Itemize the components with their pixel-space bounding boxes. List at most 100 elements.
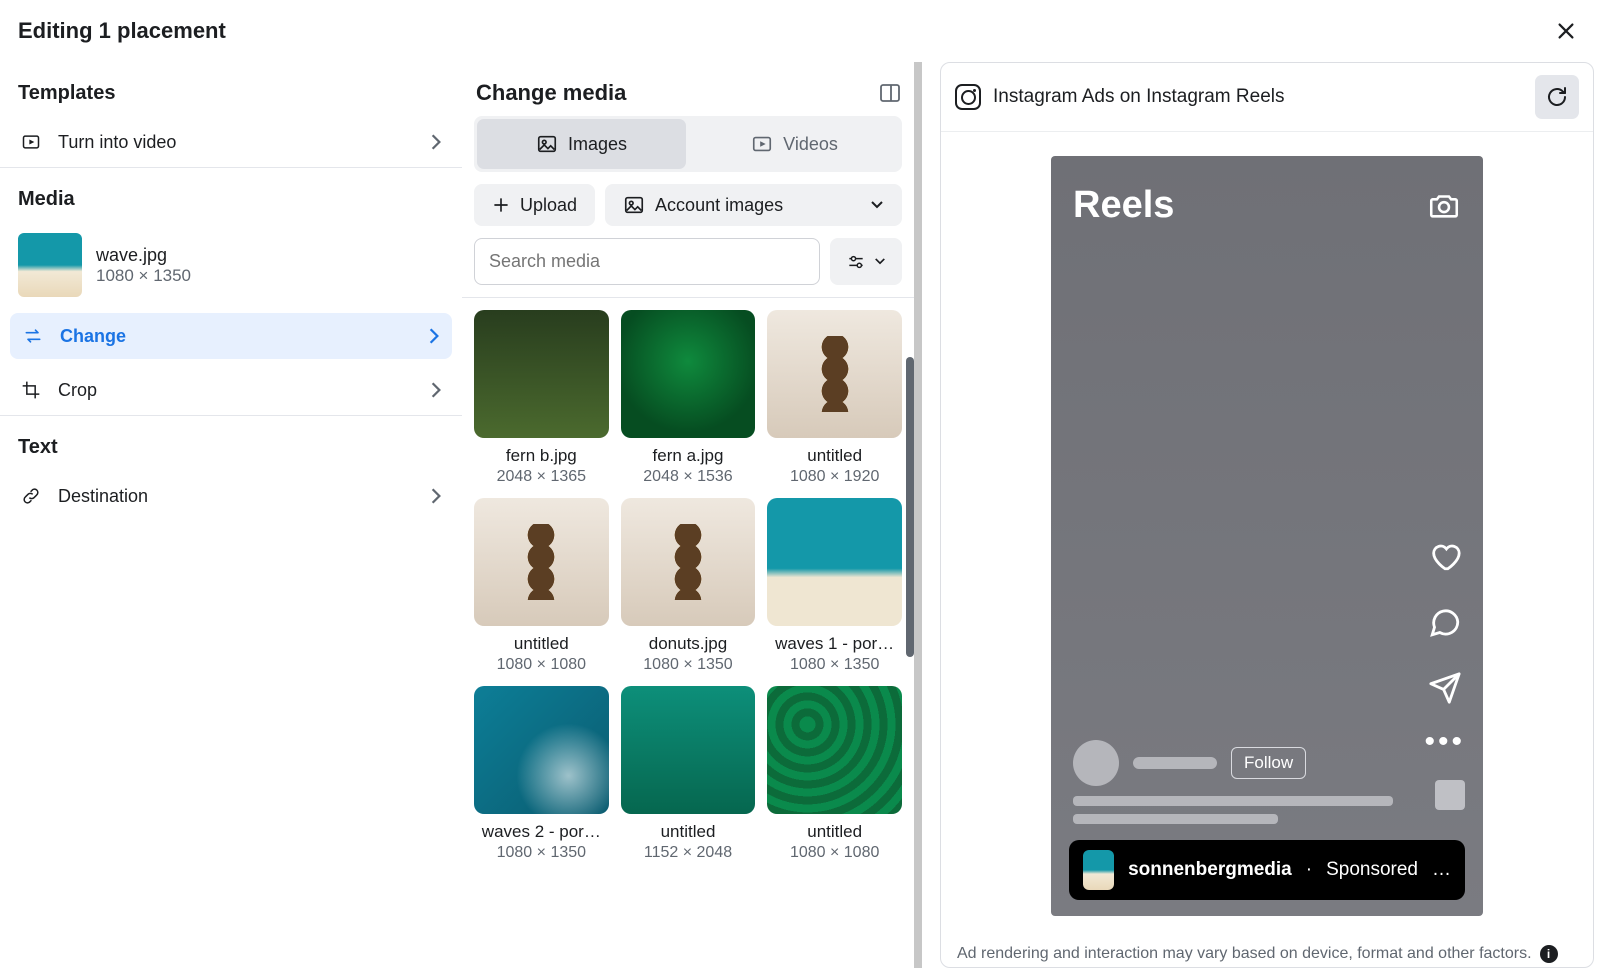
sponsored-banner: sonnenbergmedia · Sponsored … (1069, 840, 1465, 900)
media-card-thumb (621, 686, 756, 814)
chevron-right-icon (430, 487, 442, 505)
media-card-dims: 1080 × 1080 (767, 844, 902, 862)
info-icon[interactable]: i (1540, 945, 1558, 963)
media-card-thumb (767, 498, 902, 626)
image-icon (623, 194, 645, 216)
dot-separator: · (1306, 859, 1312, 881)
media-card-thumb (767, 310, 902, 438)
media-card-thumb (767, 686, 902, 814)
destination-row[interactable]: Destination (0, 471, 462, 521)
media-type-tabs: Images Videos (474, 116, 902, 172)
media-card-dims: 2048 × 1365 (474, 468, 609, 486)
video-icon (20, 131, 42, 153)
heart-icon (1428, 539, 1462, 573)
media-card-thumb (474, 310, 609, 438)
media-grid: fern b.jpg 2048 × 1365 fern a.jpg 2048 × 15… (462, 310, 914, 862)
filter-button[interactable] (830, 238, 902, 285)
media-card-name: fern a.jpg (621, 446, 756, 466)
panel-toggle-icon[interactable] (878, 81, 902, 105)
media-card[interactable]: untitled1152 × 2048 (621, 686, 756, 862)
media-card-thumb (474, 498, 609, 626)
caret-down-icon (870, 200, 884, 210)
reels-label: Reels (1073, 184, 1174, 227)
media-card[interactable]: untitled1080 × 1920 (767, 310, 902, 486)
account-images-dropdown[interactable]: Account images (605, 184, 902, 226)
media-card[interactable]: untitled1080 × 1080 (474, 498, 609, 674)
turn-into-video-row[interactable]: Turn into video (0, 117, 462, 167)
media-card-thumb (621, 498, 756, 626)
close-icon (1555, 20, 1577, 42)
media-card[interactable]: fern a.jpg 2048 × 1536 (621, 310, 756, 486)
caption-placeholder (1073, 796, 1393, 832)
text-heading: Text (0, 416, 462, 471)
scrollbar-thumb[interactable] (906, 357, 914, 657)
media-card-name: donuts.jpg (621, 634, 756, 654)
media-card[interactable]: fern b.jpg 2048 × 1365 (474, 310, 609, 486)
tab-videos-label: Videos (783, 134, 838, 155)
link-icon (20, 485, 42, 507)
more-icon: ••• (1424, 737, 1465, 746)
play-icon (751, 133, 773, 155)
crop-label: Crop (58, 380, 414, 401)
media-card-dims: 1080 × 1350 (767, 656, 902, 674)
upload-button[interactable]: Upload (474, 184, 595, 226)
close-button[interactable] (1550, 15, 1582, 47)
banner-thumbnail (1083, 850, 1114, 890)
templates-heading: Templates (0, 62, 462, 117)
media-card[interactable]: waves 2 - por…1080 × 1350 (474, 686, 609, 862)
preview-panel: Instagram Ads on Instagram Reels Reels (940, 62, 1594, 968)
media-card-dims: 1152 × 2048 (621, 844, 756, 862)
media-card-name: waves 1 - por… (767, 634, 902, 654)
change-media-heading: Change media (476, 80, 626, 106)
media-card[interactable]: donuts.jpg 1080 × 1350 (621, 498, 756, 674)
divider (462, 297, 914, 298)
change-action[interactable]: Change (10, 313, 452, 359)
media-thumbnail (18, 233, 82, 297)
image-icon (536, 133, 558, 155)
username-placeholder (1133, 757, 1217, 769)
follow-button[interactable]: Follow (1231, 747, 1306, 779)
media-card-name: untitled (767, 446, 902, 466)
account-images-label: Account images (655, 195, 783, 216)
current-media-file: wave.jpg 1080 × 1350 (0, 223, 462, 307)
tab-images-label: Images (568, 134, 627, 155)
page-title: Editing 1 placement (18, 18, 226, 44)
media-heading: Media (0, 168, 462, 223)
sliders-icon (846, 252, 866, 272)
crop-action[interactable]: Crop (0, 365, 462, 415)
refresh-button[interactable] (1535, 75, 1579, 119)
comment-icon (1428, 605, 1462, 639)
turn-into-video-label: Turn into video (58, 132, 414, 153)
avatar-placeholder (1073, 740, 1119, 786)
media-card-name: untitled (767, 822, 902, 842)
media-card-name: fern b.jpg (474, 446, 609, 466)
media-file-name: wave.jpg (96, 245, 191, 266)
crop-icon (20, 379, 42, 401)
sponsored-label: Sponsored (1326, 859, 1418, 881)
media-card-dims: 1080 × 1350 (621, 656, 756, 674)
search-media-input[interactable] (474, 238, 820, 285)
change-media-panel: Change media Images Videos Upload Acco (462, 62, 922, 968)
media-card[interactable]: untitled 1080 × 1080 (767, 686, 902, 862)
media-card[interactable]: waves 1 - por… 1080 × 1350 (767, 498, 902, 674)
chevron-right-icon (430, 133, 442, 151)
camera-icon (1427, 188, 1461, 222)
upload-label: Upload (520, 195, 577, 216)
chevron-right-icon (428, 327, 440, 345)
media-card-name: waves 2 - por… (474, 822, 609, 842)
tab-videos[interactable]: Videos (690, 119, 899, 169)
audio-thumbnail (1435, 780, 1465, 810)
instagram-icon (955, 84, 981, 110)
destination-label: Destination (58, 486, 414, 507)
share-icon (1428, 671, 1462, 705)
banner-more-icon: … (1432, 859, 1451, 881)
media-card-thumb (621, 310, 756, 438)
plus-icon (492, 196, 510, 214)
change-label: Change (60, 326, 412, 347)
media-card-dims: 2048 × 1536 (621, 468, 756, 486)
media-card-thumb (474, 686, 609, 814)
media-card-dims: 1080 × 1080 (474, 656, 609, 674)
refresh-icon (1545, 85, 1569, 109)
chevron-right-icon (430, 381, 442, 399)
tab-images[interactable]: Images (477, 119, 686, 169)
